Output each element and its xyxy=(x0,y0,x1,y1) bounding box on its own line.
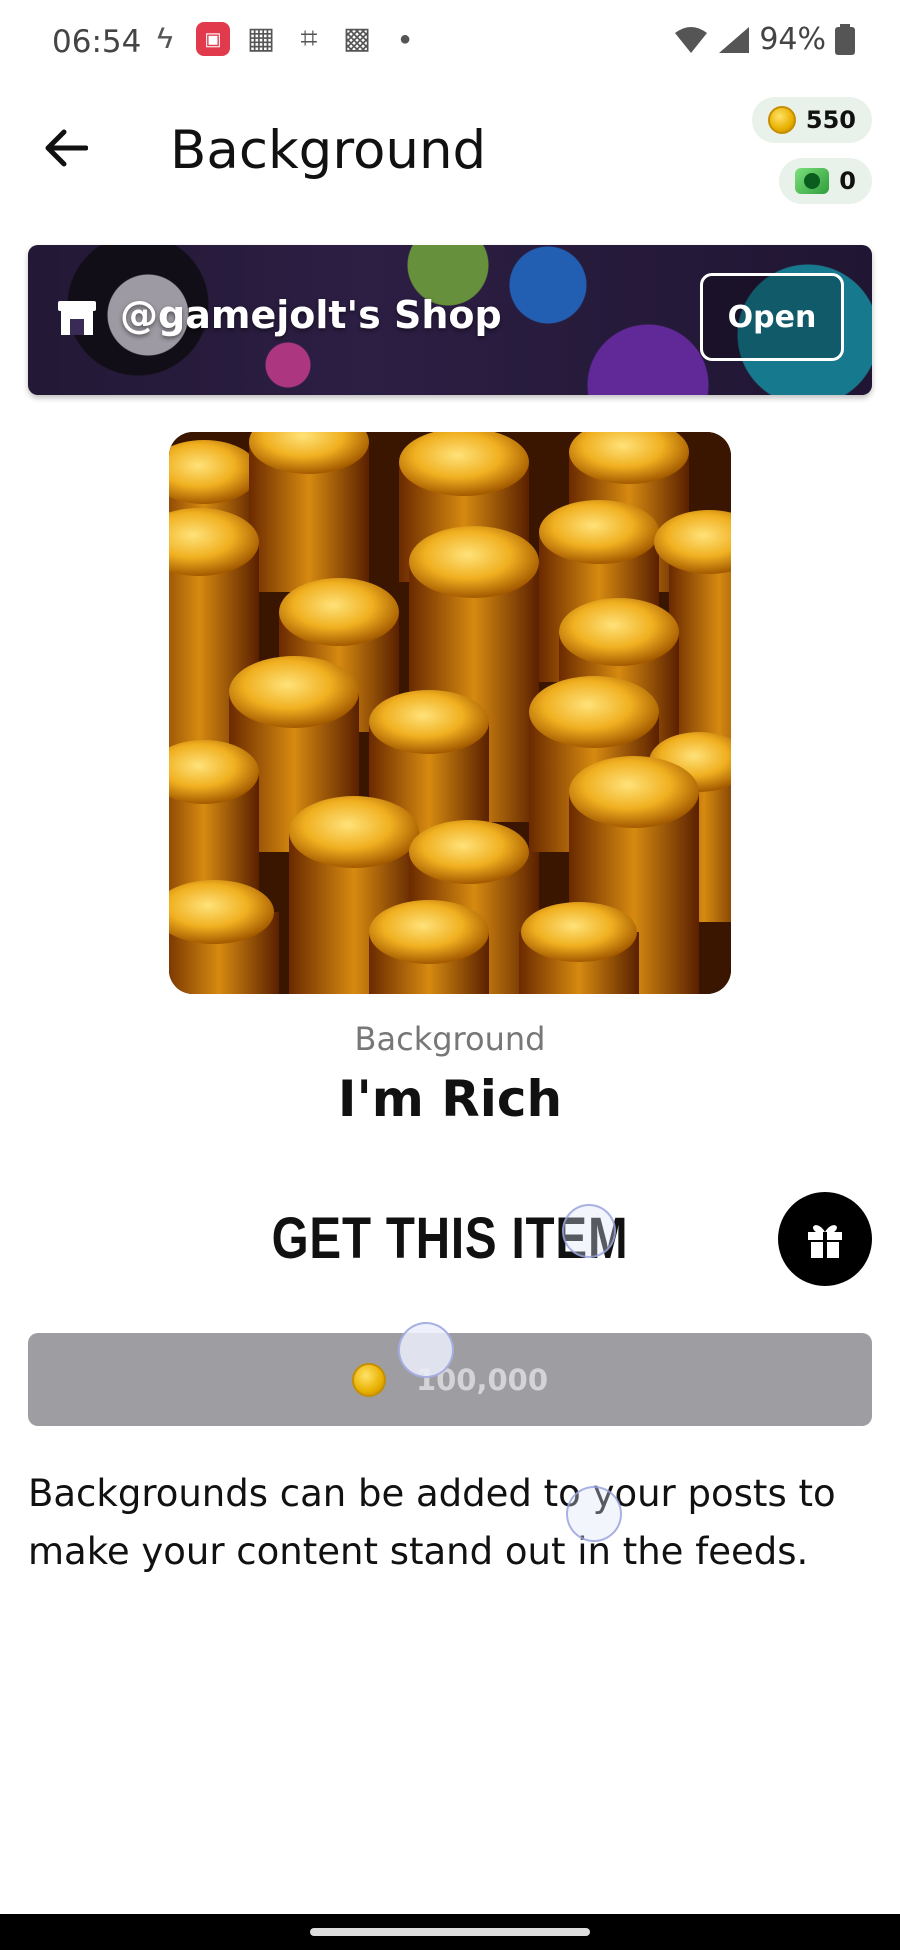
coin-icon xyxy=(351,1362,386,1397)
arrow-left-icon xyxy=(45,129,88,167)
lightning-icon: ϟ xyxy=(157,22,173,55)
touch-indicator xyxy=(562,1204,616,1258)
status-bar: 06:54 ϟ ▣ ▦ ⌗ ▩ ● 94% xyxy=(0,0,900,86)
item-description: Backgrounds can be added to your posts t… xyxy=(28,1472,836,1573)
robot-icon: ▦ xyxy=(246,22,276,55)
gift-button[interactable] xyxy=(778,1192,872,1286)
gold-coins-image xyxy=(169,432,731,994)
coin-balance[interactable]: 550 xyxy=(751,97,872,143)
battery-percent: 94% xyxy=(759,22,826,57)
open-shop-button[interactable]: Open xyxy=(700,273,844,361)
shop-banner[interactable]: @gamejolt's Shop Open xyxy=(28,245,872,395)
item-type-label: Background xyxy=(354,1020,546,1058)
pixel-icon: ▩ xyxy=(342,22,372,55)
item-image xyxy=(169,432,731,994)
home-handle[interactable] xyxy=(310,1928,590,1936)
shop-name: @gamejolt's Shop xyxy=(120,293,502,337)
item-name: I'm Rich xyxy=(337,1070,563,1128)
dot-icon: ● xyxy=(398,28,412,50)
gift-icon xyxy=(808,1225,842,1258)
signal-icon xyxy=(719,26,750,53)
gamepad-icon: ⌗ xyxy=(300,22,318,55)
back-button[interactable] xyxy=(38,120,94,176)
coin-icon xyxy=(767,106,796,134)
get-item-heading: GET THIS ITEM xyxy=(271,1206,629,1271)
status-time: 06:54 xyxy=(52,24,142,60)
battery-icon xyxy=(835,23,855,55)
record-icon: ▣ xyxy=(196,22,230,56)
page-title: Background xyxy=(170,120,487,181)
shop-icon xyxy=(58,301,96,335)
gem-balance-value: 0 xyxy=(839,167,856,195)
touch-indicator xyxy=(566,1486,622,1542)
system-status: 94% xyxy=(673,22,856,57)
touch-indicator xyxy=(398,1322,454,1378)
wifi-icon xyxy=(675,26,708,53)
gem-balance[interactable]: 0 xyxy=(779,158,872,204)
coin-balance-value: 550 xyxy=(805,106,856,134)
joltbux-icon xyxy=(795,168,830,194)
notification-icons: ϟ ▣ ▦ ⌗ ▩ ● xyxy=(148,22,422,56)
